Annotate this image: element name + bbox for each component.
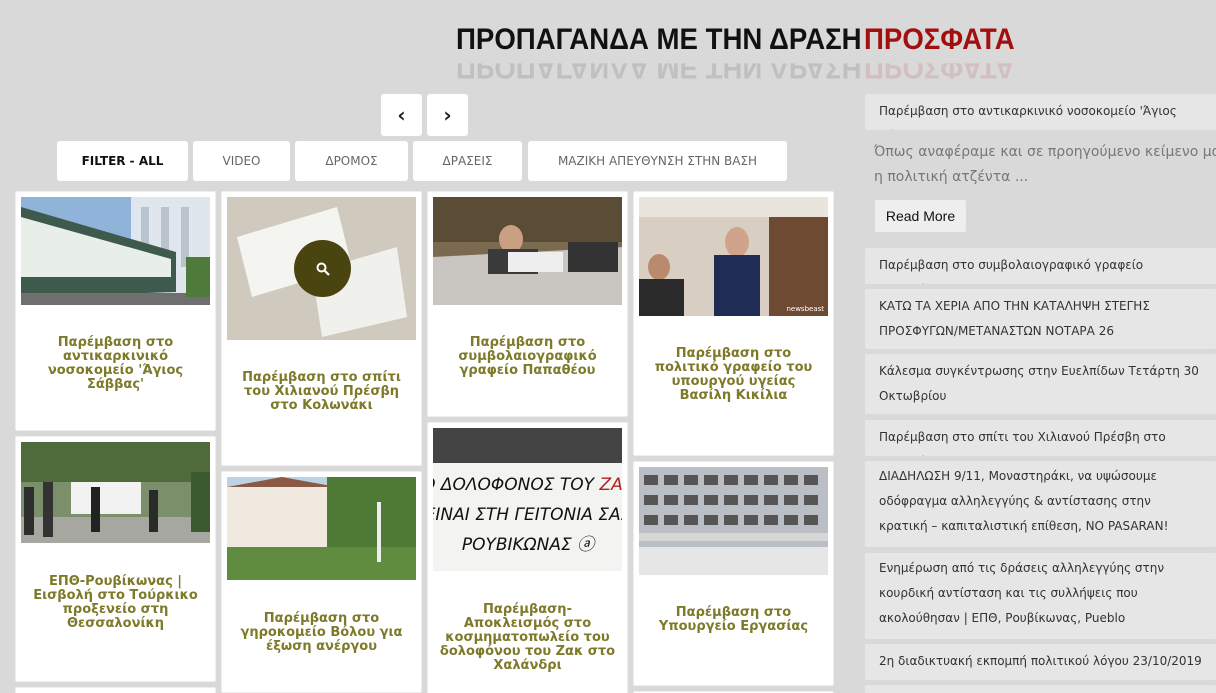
svg-text:ΕΙΝΑΙ ΣΤΗ ΓΕΙΤΟΝΙΑ ΣΑΣ: ΕΙΝΑΙ ΣΤΗ ΓΕΙΤΟΝΙΑ ΣΑΣ bbox=[433, 505, 622, 525]
chevron-left-icon: ‹ bbox=[397, 103, 406, 127]
filter-all[interactable]: FILTER - ALL bbox=[57, 141, 188, 181]
recent-title: ΠΡΟΣΦΑΤΑ ΠΡΟΣΦΑΤΑ bbox=[864, 23, 1015, 84]
card-title[interactable]: Παρέμβαση στο σπίτι του Χιλιανού Πρέσβη … bbox=[232, 371, 411, 413]
portfolio-card[interactable]: Παρέμβαση στο Υπουργείο Εργασίας bbox=[633, 461, 834, 686]
svg-text:newsbeast: newsbeast bbox=[786, 305, 824, 313]
filter-video[interactable]: VIDEO bbox=[193, 141, 290, 181]
excerpt-line: η πολιτική ατζέντα ... bbox=[874, 169, 1029, 185]
portfolio-card[interactable] bbox=[15, 687, 216, 693]
card-image[interactable] bbox=[227, 197, 416, 340]
card-image[interactable] bbox=[639, 467, 828, 575]
recent-post-excerpt: Όπως αναφέραμε και σε προηγούμενο κείμεν… bbox=[874, 140, 1216, 190]
card-title[interactable]: Παρέμβαση-Αποκλεισμός στο κοσμηματοπωλεί… bbox=[438, 603, 617, 673]
portfolio-card[interactable]: Ο ΔΟΛΟΦΟΝΟΣ ΤΟΥ ΖΑΚ ΕΙΝΑΙ ΣΤΗ ΓΕΙΤΟΝΙΑ Σ… bbox=[427, 422, 628, 693]
card-title[interactable]: ΕΠΘ-Ρουβίκωνας | Εισβολή στο Τούρκικο πρ… bbox=[26, 575, 205, 631]
recent-post-link[interactable]: Παρέμβαση στο αντικαρκινικό νοσοκομείο '… bbox=[865, 94, 1216, 130]
portfolio-card[interactable]: Παρέμβαση στο γηροκομείο Βόλου για έξωση… bbox=[221, 471, 422, 693]
portfolio-card[interactable]: Παρέμβαση στο αντικαρκινικό νοσοκομείο '… bbox=[15, 191, 216, 431]
recent-post-link[interactable]: Παρέμβαση στο σπίτι του Χιλιανού Πρέσβη … bbox=[865, 420, 1216, 456]
recent-post-link[interactable]: 2η διαδικτυακή εκπομπή πολιτικού λόγου 2… bbox=[865, 644, 1216, 680]
recent-post-link[interactable]: ΔΙΑΔΗΛΩΣΗ 9/11, Μοναστηράκι, να υψώσουμε… bbox=[865, 461, 1216, 547]
card-title[interactable]: Παρέμβαση στο Υπουργείο Εργασίας bbox=[644, 606, 823, 634]
portfolio-card[interactable]: Παρέμβαση στο σπίτι του Χιλιανού Πρέσβη … bbox=[221, 191, 422, 466]
recent-post-link[interactable]: Κάλεσμα συγκέντρωσης στην Ευελπίδων Τετά… bbox=[865, 354, 1216, 414]
search-icon bbox=[316, 262, 330, 276]
filter-dromos[interactable]: ΔΡΟΜΟΣ bbox=[295, 141, 408, 181]
portfolio-card[interactable]: newsbeast Παρέμβαση στο πολιτικό γραφείο… bbox=[633, 191, 834, 456]
prev-button[interactable]: ‹ bbox=[381, 94, 422, 136]
page-title: ΠΡΟΠΑΓΑΝΔΑ ΜΕ ΤΗΝ ΔΡΑΣΗ ΠΡΟΠΑΓΑΝΔΑ ΜΕ ΤΗ… bbox=[456, 23, 862, 84]
excerpt-line: Όπως αναφέραμε και σε προηγούμενο κείμεν… bbox=[874, 144, 1216, 160]
svg-text:ΡΟΥΒΙΚΩΝΑΣ ⓐ: ΡΟΥΒΙΚΩΝΑΣ ⓐ bbox=[462, 535, 597, 555]
card-image[interactable] bbox=[21, 197, 210, 305]
portfolio-card[interactable]: Παρέμβαση στο συμβολαιογραφικό γραφείο Π… bbox=[427, 191, 628, 417]
card-image[interactable]: Ο ΔΟΛΟΦΟΝΟΣ ΤΟΥ ΖΑΚ ΕΙΝΑΙ ΣΤΗ ΓΕΙΤΟΝΙΑ Σ… bbox=[433, 428, 622, 571]
card-image[interactable] bbox=[21, 442, 210, 543]
recent-post-link[interactable]: Παρέμβαση στο συμβολαιογραφικό γραφείο Π… bbox=[865, 248, 1216, 284]
card-title[interactable]: Παρέμβαση στο αντικαρκινικό νοσοκομείο '… bbox=[26, 336, 205, 392]
read-more-button[interactable]: Read More bbox=[875, 200, 966, 232]
next-button[interactable]: › bbox=[427, 94, 468, 136]
filter-draseis[interactable]: ΔΡΑΣΕΙΣ bbox=[413, 141, 522, 181]
portfolio-card[interactable]: ΕΠΘ-Ρουβίκωνας | Εισβολή στο Τούρκικο πρ… bbox=[15, 436, 216, 682]
filter-mass-outreach[interactable]: ΜΑΖΙΚΗ ΑΠΕΥΘΥΝΣΗ ΣΤΗΝ ΒΑΣΗ bbox=[528, 141, 787, 181]
zoom-button[interactable] bbox=[294, 240, 351, 297]
card-title[interactable]: Παρέμβαση στο γηροκομείο Βόλου για έξωση… bbox=[232, 612, 411, 654]
recent-post-link[interactable]: Ενημέρωση από τις δράσεις αλληλεγγύης στ… bbox=[865, 553, 1216, 639]
svg-text:Ο ΔΟΛΟΦΟΝΟΣ ΤΟΥ ΖΑΚ: Ο ΔΟΛΟΦΟΝΟΣ ΤΟΥ ΖΑΚ bbox=[433, 475, 622, 495]
card-title[interactable]: Παρέμβαση στο πολιτικό γραφείο του υπουρ… bbox=[644, 347, 823, 403]
recent-post-link[interactable] bbox=[865, 685, 1216, 693]
card-image[interactable] bbox=[227, 477, 416, 580]
card-image[interactable] bbox=[433, 197, 622, 305]
recent-post-link[interactable]: ΚΑΤΩ ΤΑ ΧΕΡΙΑ ΑΠΟ ΤΗΝ ΚΑΤΑΛΗΨΗ ΣΤΕΓΗΣ ΠΡ… bbox=[865, 289, 1216, 349]
card-image[interactable]: newsbeast bbox=[639, 197, 828, 316]
card-title[interactable]: Παρέμβαση στο συμβολαιογραφικό γραφείο Π… bbox=[438, 336, 617, 378]
chevron-right-icon: › bbox=[443, 103, 452, 127]
